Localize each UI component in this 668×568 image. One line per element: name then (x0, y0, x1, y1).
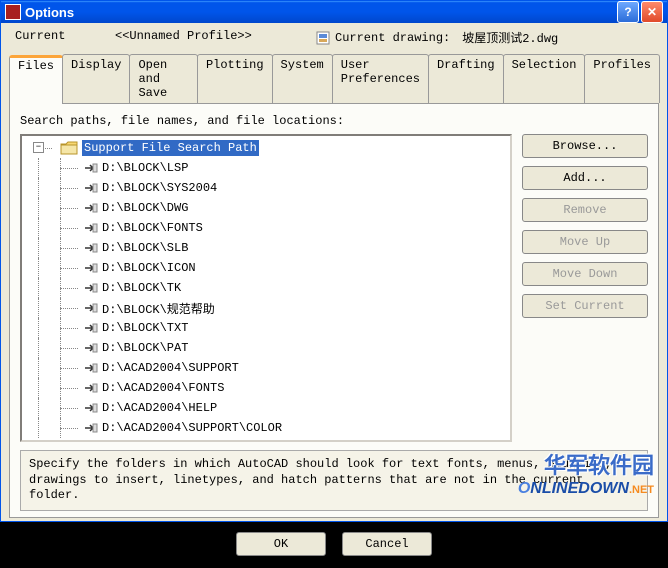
profile-header: Current <<Unnamed Profile>> Current draw… (1, 23, 667, 50)
browse-button[interactable]: Browse... (522, 134, 648, 158)
path-arrow-icon (84, 322, 98, 334)
search-paths-tree[interactable]: − Support File Search Path D:\BLOCK\LSP D:\… (20, 134, 512, 442)
tree-path-item[interactable]: D:\BLOCK\DWG (24, 198, 508, 218)
path-arrow-icon (84, 342, 98, 354)
tree-path-item[interactable]: D:\BLOCK\ICON (24, 258, 508, 278)
profile-name: <<Unnamed Profile>> (115, 29, 315, 46)
tab-system[interactable]: System (272, 54, 333, 103)
tab-plotting[interactable]: Plotting (197, 54, 273, 103)
cancel-button[interactable]: Cancel (342, 532, 432, 556)
path-arrow-icon (84, 302, 98, 314)
move-down-button: Move Down (522, 262, 648, 286)
app-icon (5, 4, 21, 20)
path-arrow-icon (84, 382, 98, 394)
path-arrow-icon (84, 282, 98, 294)
help-button[interactable]: ? (617, 1, 639, 23)
description-box: Specify the folders in which AutoCAD sho… (20, 450, 648, 511)
tab-profiles[interactable]: Profiles (584, 54, 660, 103)
tree-path-label[interactable]: D:\BLOCK\TK (102, 281, 181, 295)
tree-path-label[interactable]: D:\BLOCK\SLB (102, 241, 188, 255)
tree-path-item[interactable]: D:\ACAD2004\SUPPORT (24, 358, 508, 378)
path-arrow-icon (84, 402, 98, 414)
path-arrow-icon (84, 262, 98, 274)
tab-files[interactable]: Files (9, 55, 63, 104)
tab-strip: FilesDisplayOpen and SavePlottingSystemU… (1, 54, 667, 103)
tab-selection[interactable]: Selection (503, 54, 586, 103)
section-label: Search paths, file names, and file locat… (20, 114, 648, 128)
close-button[interactable]: ✕ (641, 1, 663, 23)
path-arrow-icon (84, 222, 98, 234)
tree-path-item[interactable]: D:\ACAD2004\FONTS (24, 378, 508, 398)
tree-path-label[interactable]: D:\BLOCK\规范帮助 (102, 300, 215, 317)
tree-path-item[interactable]: D:\BLOCK\SLB (24, 238, 508, 258)
tree-path-item[interactable]: D:\BLOCK\规范帮助 (24, 298, 508, 318)
drawing-label: Current drawing: (335, 31, 450, 45)
collapse-icon[interactable]: − (33, 142, 44, 153)
path-arrow-icon (84, 242, 98, 254)
tree-path-label[interactable]: D:\BLOCK\FONTS (102, 221, 203, 235)
options-dialog: Options ? ✕ Current <<Unnamed Profile>> … (0, 0, 668, 522)
add-button[interactable]: Add... (522, 166, 648, 190)
tree-path-item[interactable]: D:\ACAD2004\SUPPORT\COLOR (24, 418, 508, 438)
title-bar[interactable]: Options ? ✕ (1, 1, 667, 23)
path-arrow-icon (84, 422, 98, 434)
path-arrow-icon (84, 202, 98, 214)
drawing-name: 坡屋顶测试2.dwg (462, 29, 558, 46)
tree-root-label[interactable]: Support File Search Path (82, 140, 259, 156)
tab-panel-files: Search paths, file names, and file locat… (9, 103, 659, 518)
tab-user-preferences[interactable]: User Preferences (332, 54, 429, 103)
tree-path-item[interactable]: D:\BLOCK\TK (24, 278, 508, 298)
path-arrow-icon (84, 182, 98, 194)
tree-path-item[interactable]: D:\BLOCK\TXT (24, 318, 508, 338)
tree-path-label[interactable]: D:\BLOCK\DWG (102, 201, 188, 215)
current-label: Current (15, 29, 115, 46)
tree-path-item[interactable]: D:\ACAD2004\HELP (24, 398, 508, 418)
window-title: Options (25, 5, 615, 20)
tree-path-label[interactable]: D:\BLOCK\SYS2004 (102, 181, 217, 195)
set-current-button: Set Current (522, 294, 648, 318)
remove-button: Remove (522, 198, 648, 222)
folder-icon (60, 141, 78, 155)
tree-path-label[interactable]: D:\ACAD2004\FONTS (102, 381, 224, 395)
tab-open-and-save[interactable]: Open and Save (129, 54, 198, 103)
path-arrow-icon (84, 362, 98, 374)
tree-path-item[interactable]: D:\BLOCK\SYS2004 (24, 178, 508, 198)
tab-display[interactable]: Display (62, 54, 130, 103)
tree-path-label[interactable]: D:\BLOCK\PAT (102, 341, 188, 355)
move-up-button: Move Up (522, 230, 648, 254)
tree-path-item[interactable]: D:\BLOCK\PAT (24, 338, 508, 358)
tree-path-label[interactable]: D:\ACAD2004\SUPPORT (102, 361, 239, 375)
drawing-icon (315, 30, 331, 46)
tree-path-label[interactable]: D:\BLOCK\LSP (102, 161, 188, 175)
tree-root-support-file-search-path[interactable]: − Support File Search Path (24, 138, 508, 158)
tree-path-label[interactable]: D:\ACAD2004\HELP (102, 401, 217, 415)
button-column: Browse... Add... Remove Move Up Move Dow… (522, 134, 648, 442)
tree-path-label[interactable]: D:\BLOCK\TXT (102, 321, 188, 335)
tree-path-item[interactable]: D:\BLOCK\LSP (24, 158, 508, 178)
tree-path-label[interactable]: D:\ACAD2004\SUPPORT\COLOR (102, 421, 282, 435)
tree-path-item[interactable]: D:\BLOCK\FONTS (24, 218, 508, 238)
tree-path-label[interactable]: D:\BLOCK\ICON (102, 261, 196, 275)
dialog-footer: OK Cancel (1, 524, 667, 568)
ok-button[interactable]: OK (236, 532, 326, 556)
path-arrow-icon (84, 162, 98, 174)
tab-drafting[interactable]: Drafting (428, 54, 504, 103)
